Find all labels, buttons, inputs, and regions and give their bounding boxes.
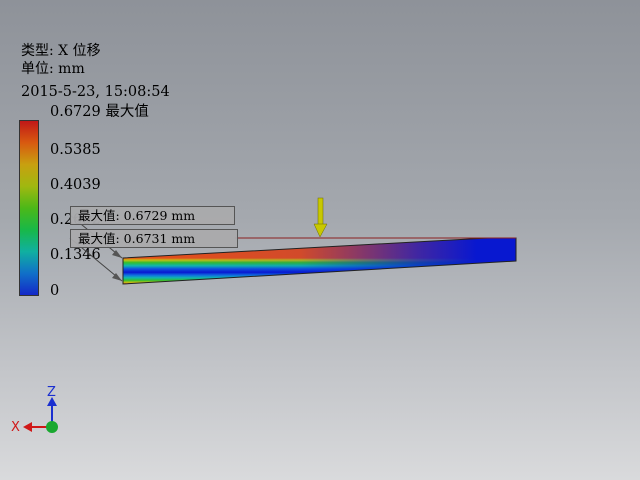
axis-triad (23, 397, 58, 433)
axis-z-label: Z (47, 385, 56, 400)
axis-x-label: X (11, 420, 20, 435)
max-value-callout[interactable]: 最大值: 0.6731 mm (70, 229, 238, 248)
max-value-callout[interactable]: 最大值: 0.6729 mm (70, 206, 235, 225)
load-arrow (313, 197, 328, 238)
